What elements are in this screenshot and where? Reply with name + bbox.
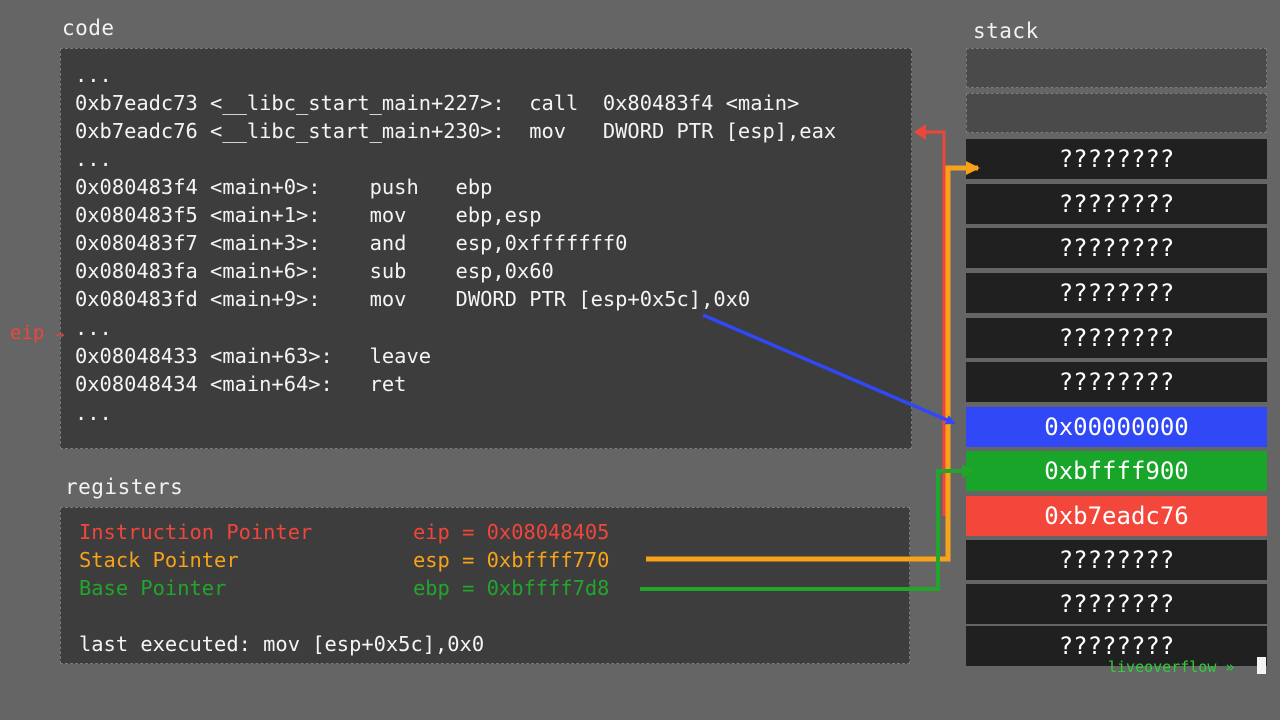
terminal-cursor — [1257, 657, 1266, 674]
write-arrow — [702, 313, 956, 425]
watermark: liveoverflow » — [1108, 658, 1235, 676]
pointer-arrows — [640, 124, 980, 591]
return-address-arrow-head — [914, 124, 926, 140]
ebp-arrow — [640, 469, 968, 591]
ebp-arrow-head — [962, 464, 974, 478]
return-address-arrow — [918, 130, 946, 516]
